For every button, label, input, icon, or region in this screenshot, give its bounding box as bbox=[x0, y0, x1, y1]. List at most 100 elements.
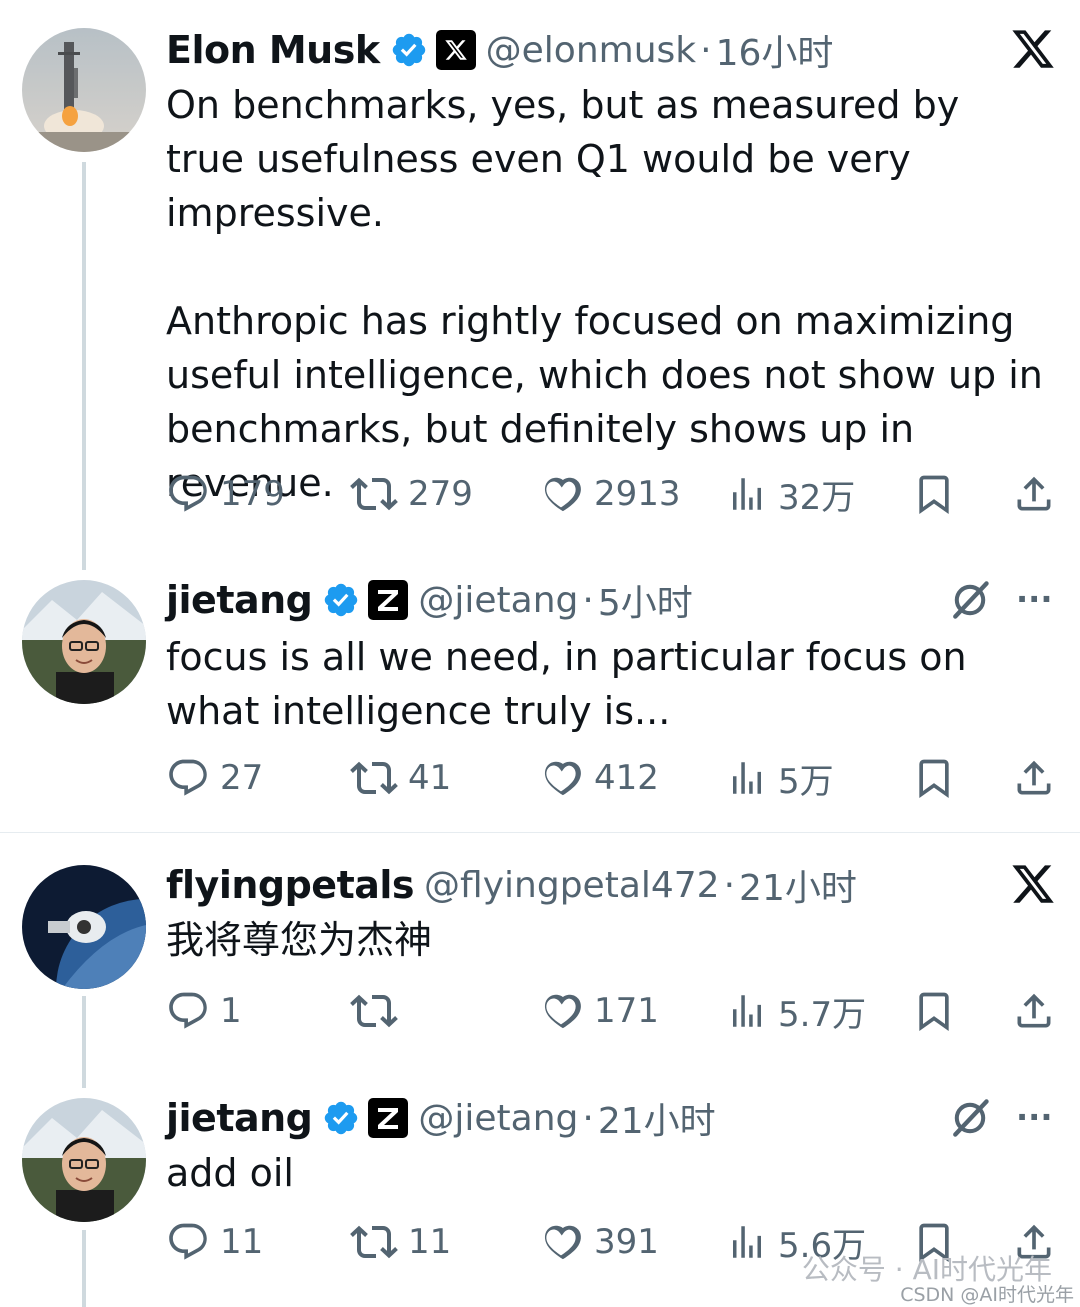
share-icon bbox=[1012, 756, 1056, 800]
divider bbox=[0, 832, 1080, 833]
tweet[interactable]: flyingpetals @flyingpetal472 · 21小时 我将尊您… bbox=[0, 855, 1080, 1085]
bar-chart-icon bbox=[726, 473, 768, 515]
view-count: 5万 bbox=[778, 761, 834, 802]
timestamp[interactable]: 21小时 bbox=[739, 859, 857, 911]
handle[interactable]: @elonmusk bbox=[486, 30, 696, 71]
tweet[interactable]: jietang @jietang · 5小时 ··· focus is all … bbox=[0, 570, 1080, 830]
verified-badge-icon bbox=[390, 31, 428, 69]
action-bar: 27 41 412 5万 bbox=[166, 756, 1056, 802]
speech-bubble-icon bbox=[166, 1220, 210, 1264]
retweet-button[interactable]: 279 bbox=[350, 472, 473, 516]
grok-icon[interactable] bbox=[948, 1096, 992, 1144]
share-icon bbox=[1012, 989, 1056, 1033]
bookmark-icon bbox=[912, 989, 956, 1033]
timestamp[interactable]: 5小时 bbox=[598, 574, 693, 626]
retweet-button[interactable]: 41 bbox=[350, 756, 451, 800]
bookmark-icon bbox=[912, 756, 956, 800]
x-affiliation-icon bbox=[435, 30, 476, 70]
display-name[interactable]: jietang bbox=[166, 1096, 313, 1140]
separator: · bbox=[723, 864, 736, 906]
like-count: 2913 bbox=[594, 474, 681, 514]
x-logo-icon bbox=[1010, 861, 1056, 911]
bar-chart-icon bbox=[726, 1221, 768, 1263]
views-button[interactable]: 5万 bbox=[726, 756, 834, 802]
avatar[interactable] bbox=[22, 580, 146, 704]
verified-badge-icon bbox=[322, 581, 360, 619]
bookmark-icon bbox=[912, 472, 956, 516]
avatar[interactable] bbox=[22, 28, 146, 152]
reply-button[interactable]: 27 bbox=[166, 756, 263, 800]
handle[interactable]: @jietang bbox=[418, 1098, 578, 1139]
more-options-button[interactable]: ··· bbox=[1016, 1098, 1052, 1136]
share-button[interactable] bbox=[1012, 756, 1056, 800]
share-button[interactable] bbox=[1012, 989, 1056, 1033]
like-count: 171 bbox=[594, 991, 659, 1031]
separator: · bbox=[700, 29, 712, 71]
tweet[interactable]: Elon Musk @elonmusk · 16小时 On benchmarks… bbox=[0, 0, 1080, 560]
display-name[interactable]: flyingpetals bbox=[166, 863, 415, 907]
more-options-button[interactable]: ··· bbox=[1016, 580, 1052, 618]
retweet-count: 279 bbox=[408, 474, 473, 514]
separator: · bbox=[582, 579, 594, 621]
reply-button[interactable]: 11 bbox=[166, 1220, 263, 1264]
timestamp[interactable]: 21小时 bbox=[598, 1092, 716, 1144]
heart-icon bbox=[538, 988, 584, 1034]
speech-bubble-icon bbox=[166, 989, 210, 1033]
retweet-count: 11 bbox=[408, 1222, 452, 1262]
display-name[interactable]: jietang bbox=[166, 578, 313, 622]
timestamp[interactable]: 16小时 bbox=[716, 24, 834, 76]
retweet-icon bbox=[350, 1218, 398, 1266]
like-button[interactable]: 412 bbox=[538, 756, 659, 800]
retweet-button[interactable] bbox=[350, 989, 408, 1033]
retweet-button[interactable]: 11 bbox=[350, 1220, 451, 1264]
reply-button[interactable]: 1 bbox=[166, 989, 242, 1033]
views-button[interactable]: 5.7万 bbox=[726, 989, 867, 1035]
like-button[interactable]: 2913 bbox=[538, 472, 681, 516]
watermark-csdn: CSDN @AI时代光年 bbox=[900, 1284, 1074, 1306]
retweet-count: 41 bbox=[408, 758, 452, 798]
retweet-icon bbox=[350, 987, 398, 1035]
bar-chart-icon bbox=[726, 990, 768, 1032]
avatar[interactable] bbox=[22, 865, 146, 989]
bookmark-button[interactable] bbox=[912, 989, 956, 1033]
view-count: 5.7万 bbox=[778, 994, 867, 1035]
action-bar: 179 279 2913 32万 bbox=[166, 472, 1056, 518]
heart-icon bbox=[538, 755, 584, 801]
views-button[interactable]: 32万 bbox=[726, 472, 856, 518]
retweet-icon bbox=[350, 470, 398, 518]
reply-count: 179 bbox=[220, 474, 285, 514]
like-count: 412 bbox=[594, 758, 659, 798]
zhipu-affiliation-icon bbox=[368, 1098, 409, 1138]
like-count: 391 bbox=[594, 1222, 659, 1262]
handle[interactable]: @flyingpetal472 bbox=[424, 865, 720, 906]
handle[interactable]: @jietang bbox=[418, 580, 578, 621]
zhipu-affiliation-icon bbox=[368, 580, 409, 620]
reply-count: 11 bbox=[220, 1222, 264, 1262]
tweet-text: On benchmarks, yes, but as measured by t… bbox=[166, 83, 1043, 505]
like-button[interactable]: 171 bbox=[538, 989, 659, 1033]
bookmark-button[interactable] bbox=[912, 472, 956, 516]
reply-button[interactable]: 179 bbox=[166, 472, 285, 516]
retweet-icon bbox=[350, 754, 398, 802]
grok-icon[interactable] bbox=[948, 578, 992, 626]
speech-bubble-icon bbox=[166, 472, 210, 516]
speech-bubble-icon bbox=[166, 756, 210, 800]
x-logo-icon bbox=[1010, 26, 1056, 76]
bookmark-button[interactable] bbox=[912, 756, 956, 800]
reply-count: 1 bbox=[220, 991, 242, 1031]
display-name[interactable]: Elon Musk bbox=[166, 28, 380, 72]
tweet-text: add oil bbox=[166, 1151, 294, 1195]
heart-icon bbox=[538, 471, 584, 517]
bar-chart-icon bbox=[726, 757, 768, 799]
separator: · bbox=[582, 1097, 594, 1139]
avatar[interactable] bbox=[22, 1098, 146, 1222]
heart-icon bbox=[538, 1219, 584, 1265]
verified-badge-icon bbox=[322, 1099, 360, 1137]
view-count: 32万 bbox=[778, 477, 856, 518]
tweet-text: focus is all we need, in particular focu… bbox=[166, 635, 979, 733]
share-button[interactable] bbox=[1012, 472, 1056, 516]
like-button[interactable]: 391 bbox=[538, 1220, 659, 1264]
action-bar: 1 171 5.7万 bbox=[166, 989, 1056, 1035]
tweet-text: 我将尊您为杰神 bbox=[166, 918, 433, 962]
reply-count: 27 bbox=[220, 758, 264, 798]
